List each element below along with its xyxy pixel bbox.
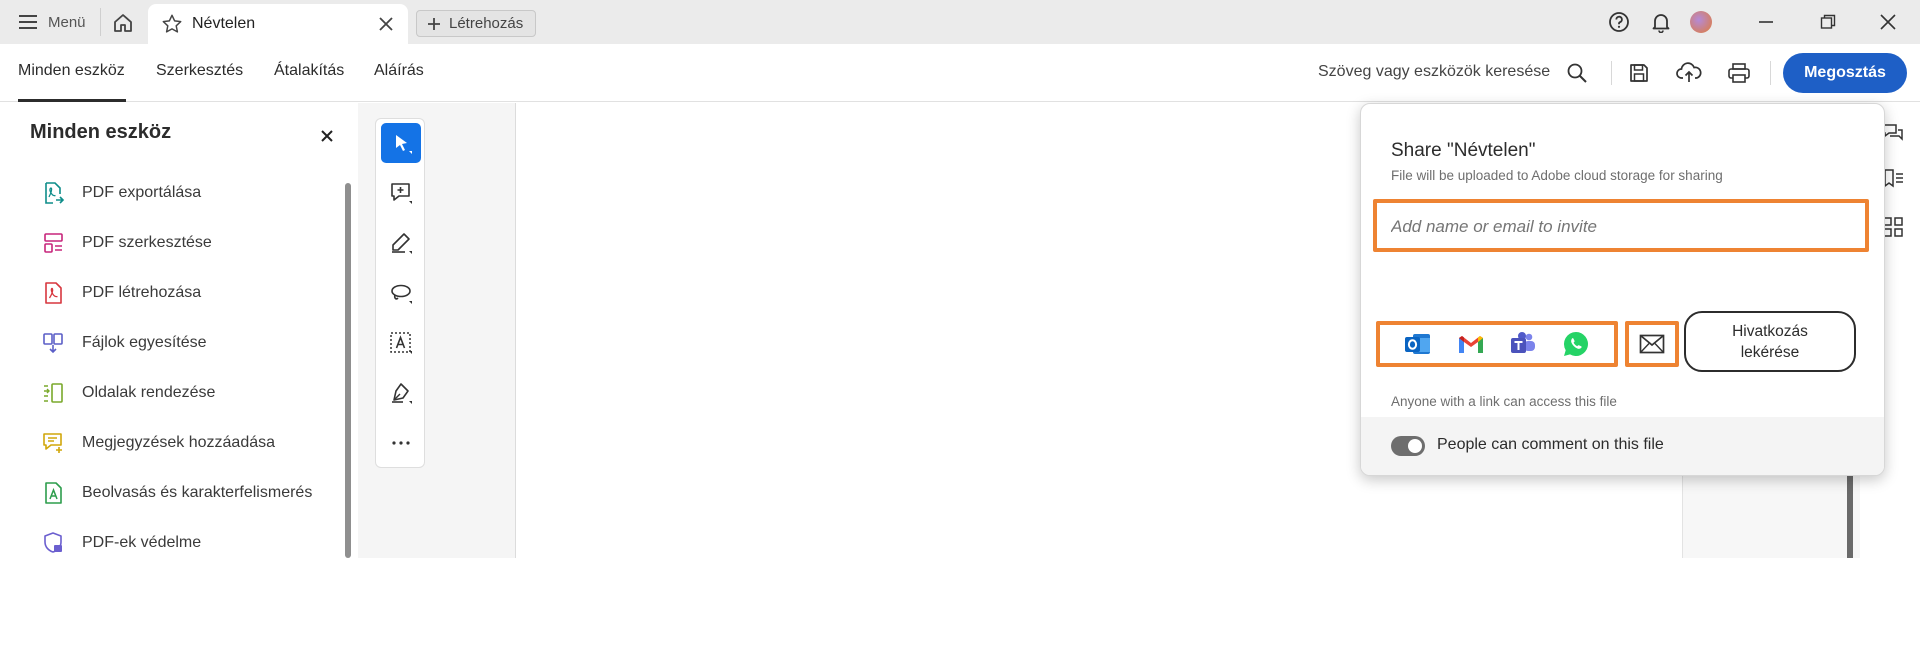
tool-export-pdf[interactable]: PDF exportálása: [40, 179, 201, 207]
cloud-upload-icon[interactable]: [1675, 59, 1703, 87]
close-window-icon[interactable]: [1878, 10, 1898, 34]
tab-edit[interactable]: Szerkesztés: [156, 62, 243, 80]
menu-button[interactable]: Menü: [18, 10, 86, 34]
comment-permission-toggle[interactable]: [1391, 436, 1425, 456]
get-link-button[interactable]: Hivatkozás lekérése: [1684, 311, 1856, 372]
document-tab[interactable]: Névtelen: [148, 4, 408, 44]
share-dialog-subtitle: File will be uploaded to Adobe cloud sto…: [1391, 168, 1723, 183]
cursor-icon: [390, 132, 412, 154]
text-box-tool-button[interactable]: [381, 323, 421, 363]
add-comment-tool-button[interactable]: [381, 173, 421, 213]
avatar[interactable]: [1690, 10, 1712, 34]
tab-convert[interactable]: Átalakítás: [274, 62, 344, 80]
tool-label: Megjegyzések hozzáadása: [82, 434, 276, 451]
hamburger-icon: [18, 14, 38, 30]
print-icon[interactable]: [1725, 59, 1753, 87]
scan-ocr-icon: [40, 480, 66, 506]
tab-sign[interactable]: Aláírás: [374, 62, 424, 80]
share-apps-group: [1376, 321, 1618, 367]
notification-bell-icon[interactable]: [1650, 10, 1672, 34]
tool-label: Oldalak rendezése: [82, 384, 216, 401]
tool-label: PDF létrehozása: [82, 284, 202, 301]
tool-create-pdf[interactable]: PDF létrehozása: [40, 279, 201, 307]
toolbar-divider: [1770, 61, 1771, 85]
app-window: Menü Névtelen Létrehozás Minden eszköz S…: [0, 0, 1920, 558]
save-icon[interactable]: [1625, 59, 1653, 87]
tool-label: PDF szerkesztése: [82, 234, 212, 251]
pdf-edit-icon: [40, 230, 66, 256]
lasso-icon: [389, 281, 413, 305]
share-dialog-title: Share "Névtelen": [1391, 140, 1536, 161]
pdf-create-icon: [40, 280, 66, 306]
tool-scan-ocr[interactable]: Beolvasás és karakterfelismerés: [40, 479, 312, 507]
tool-label: PDF-ek védelme: [82, 534, 202, 551]
draw-tool-button[interactable]: [381, 273, 421, 313]
more-tools-button[interactable]: [381, 423, 421, 463]
create-tab-label: Létrehozás: [449, 15, 524, 32]
get-link-line1: Hivatkozás: [1732, 322, 1808, 340]
sign-tool-button[interactable]: [381, 373, 421, 413]
panel-title: Minden eszköz: [30, 121, 172, 143]
close-panel-icon[interactable]: [318, 127, 336, 145]
add-comment-icon: [40, 430, 66, 456]
minimize-icon[interactable]: [1756, 10, 1776, 34]
invite-field-highlight: [1373, 199, 1869, 252]
plus-icon: [427, 17, 441, 31]
search-icon[interactable]: [1563, 59, 1591, 87]
tool-protect-pdf[interactable]: PDF-ek védelme: [40, 529, 201, 557]
toolbar-divider: [1611, 61, 1612, 85]
envelope-icon: [1639, 334, 1665, 354]
star-icon[interactable]: [160, 12, 184, 36]
active-tab-indicator: [18, 99, 126, 102]
select-tool-button[interactable]: [381, 123, 421, 163]
outlook-icon[interactable]: [1403, 329, 1433, 359]
gmail-icon[interactable]: [1456, 329, 1486, 359]
more-dots-icon: [391, 440, 411, 446]
share-dialog-footer: People can comment on this file: [1361, 417, 1884, 475]
title-bar: Menü Névtelen Létrehozás: [0, 0, 1920, 44]
share-dialog: Share "Névtelen" File will be uploaded t…: [1360, 103, 1885, 476]
protect-pdf-icon: [40, 530, 66, 556]
tool-label: Fájlok egyesítése: [82, 334, 207, 351]
close-tab-icon[interactable]: [376, 14, 396, 34]
user-avatar-icon: [1690, 11, 1712, 33]
comment-plus-icon: [389, 181, 413, 205]
quick-tools-rail: [375, 118, 425, 468]
tool-edit-pdf[interactable]: PDF szerkesztése: [40, 229, 212, 257]
menu-label: Menü: [48, 13, 86, 31]
invite-email-input[interactable]: [1391, 214, 1851, 240]
tool-label: PDF exportálása: [82, 184, 202, 201]
restore-icon[interactable]: [1818, 10, 1838, 34]
pen-highlight-icon: [389, 231, 413, 255]
link-access-note: Anyone with a link can access this file: [1391, 394, 1617, 409]
whatsapp-icon[interactable]: [1561, 329, 1591, 359]
tool-add-comments[interactable]: Megjegyzések hozzáadása: [40, 429, 275, 457]
tab-title: Névtelen: [192, 15, 256, 32]
share-button[interactable]: Megosztás: [1783, 53, 1907, 93]
tab-all-tools[interactable]: Minden eszköz: [18, 62, 125, 80]
tool-combine-files[interactable]: Fájlok egyesítése: [40, 329, 207, 357]
fountain-pen-icon: [389, 381, 413, 405]
combine-files-icon: [40, 330, 66, 356]
pdf-export-icon: [40, 180, 66, 206]
create-tab-button[interactable]: Létrehozás: [416, 10, 536, 37]
comment-permission-label: People can comment on this file: [1437, 436, 1664, 453]
search-tools-label[interactable]: Szöveg vagy eszközök keresése: [1318, 63, 1550, 81]
help-icon[interactable]: [1608, 10, 1630, 34]
get-link-line2: lekérése: [1740, 343, 1800, 361]
all-tools-panel: Minden eszköz PDF exportálása PDF szerke…: [0, 103, 358, 558]
titlebar-divider: [100, 8, 101, 36]
teams-icon[interactable]: [1508, 329, 1538, 359]
main-toolbar: Minden eszköz Szerkesztés Átalakítás Alá…: [0, 44, 1920, 102]
organize-pages-icon: [40, 380, 66, 406]
panel-scrollbar[interactable]: [345, 183, 351, 558]
tool-label: Beolvasás és karakterfelismerés: [82, 484, 313, 501]
text-box-icon: [389, 331, 413, 355]
get-link-text: Hivatkozás lekérése: [1732, 321, 1808, 363]
email-share-button[interactable]: [1625, 321, 1679, 367]
tool-organize-pages[interactable]: Oldalak rendezése: [40, 379, 215, 407]
highlight-tool-button[interactable]: [381, 223, 421, 263]
home-icon[interactable]: [110, 10, 136, 36]
